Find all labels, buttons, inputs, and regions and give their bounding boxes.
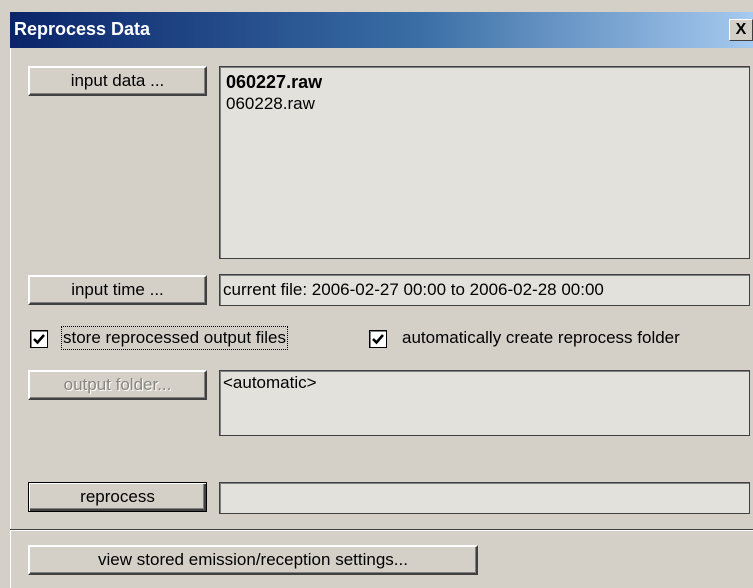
list-item[interactable]: 060227.raw	[226, 71, 743, 93]
view-settings-button[interactable]: view stored emission/reception settings.…	[28, 545, 478, 575]
auto-folder-checkbox[interactable]	[369, 330, 387, 348]
reprocess-progress-bar	[219, 482, 750, 514]
input-time-display: current file: 2006-02-27 00:00 to 2006-0…	[219, 274, 750, 306]
input-time-button[interactable]: input time ...	[28, 275, 207, 305]
reprocess-button[interactable]: reprocess	[28, 482, 207, 512]
close-icon: X	[735, 21, 747, 38]
title-bar: Reprocess Data X	[10, 12, 753, 48]
window-title: Reprocess Data	[14, 19, 151, 39]
auto-folder-label[interactable]: automatically create reprocess folder	[402, 328, 680, 348]
checkmark-icon	[372, 334, 384, 345]
divider	[10, 529, 753, 531]
output-folder-button[interactable]: output folder...	[28, 370, 207, 400]
close-button[interactable]: X	[729, 19, 753, 41]
store-output-checkbox[interactable]	[30, 330, 48, 348]
input-file-list[interactable]: 060227.raw 060228.raw	[219, 66, 750, 259]
output-folder-display: <automatic>	[219, 370, 750, 436]
list-item[interactable]: 060228.raw	[226, 93, 743, 115]
store-output-label[interactable]: store reprocessed output files	[60, 326, 289, 350]
input-data-button[interactable]: input data ...	[28, 66, 207, 96]
checkmark-icon	[33, 334, 45, 345]
